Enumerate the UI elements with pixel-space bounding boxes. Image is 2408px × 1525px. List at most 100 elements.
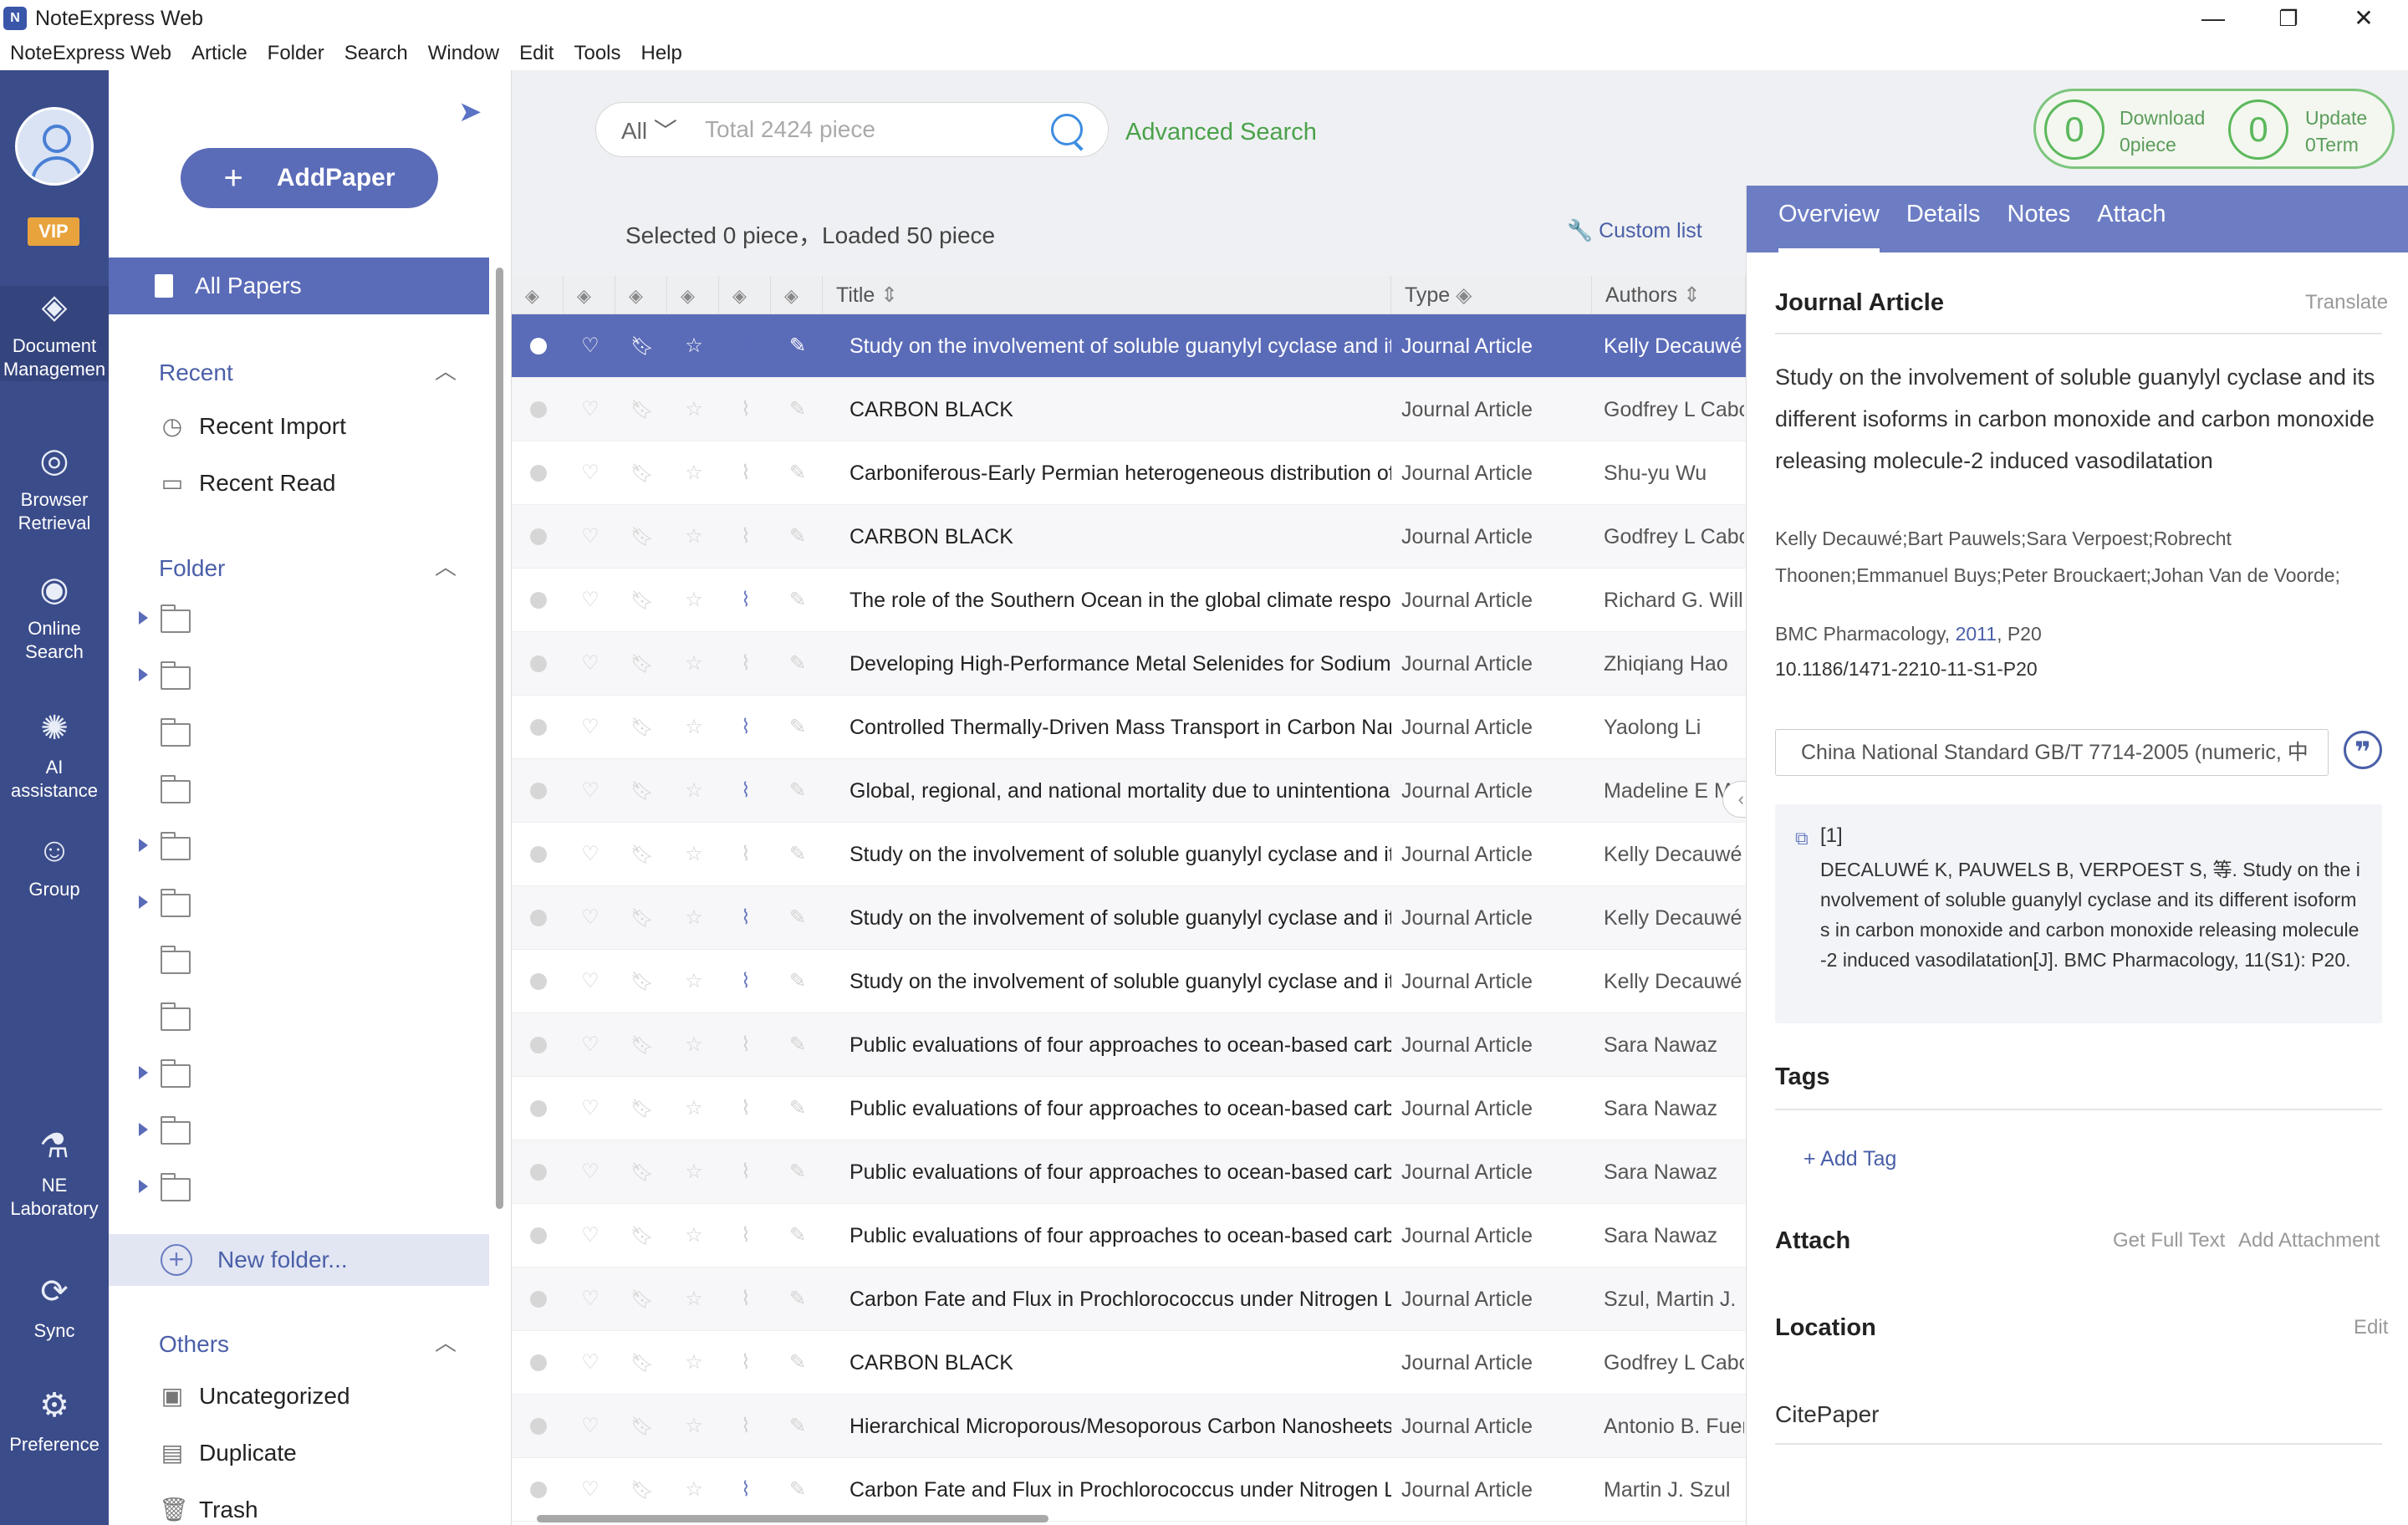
bookmark-icon[interactable]: 🔖︎	[625, 1204, 659, 1267]
favorite-icon[interactable]: ♡	[574, 1395, 607, 1458]
star-icon[interactable]: ☆	[677, 632, 711, 696]
add-paper-button[interactable]: + AddPaper	[181, 148, 438, 208]
favorite-icon[interactable]: ♡	[574, 569, 607, 632]
citepaper-label[interactable]: CitePaper	[1775, 1401, 2385, 1428]
read-status-dot-icon[interactable]	[530, 592, 547, 609]
bookmark-icon[interactable]: 🔖︎	[625, 696, 659, 759]
table-row[interactable]: ♡ 🔖︎ ☆ ⌇ ✎ Study on the involvement of solubl…	[512, 950, 1746, 1013]
menu-window[interactable]: Window	[428, 42, 499, 65]
expand-arrow-icon[interactable]	[139, 895, 148, 909]
favorite-icon[interactable]: ♡	[574, 1204, 607, 1267]
folder-item[interactable]	[125, 763, 477, 820]
paper-year[interactable]: 2011	[1956, 623, 1997, 645]
column-star[interactable]: ◈	[667, 276, 719, 314]
star-icon[interactable]: ☆	[677, 441, 711, 505]
download-info[interactable]: Download 0piece	[2120, 105, 2205, 158]
advanced-search-link[interactable]: Advanced Search	[1125, 119, 1317, 146]
search-input[interactable]: Total 2424 piece	[705, 116, 1051, 143]
expand-arrow-icon[interactable]	[139, 1123, 148, 1136]
folder-item[interactable]	[125, 991, 477, 1048]
table-row[interactable]: ♡ 🔖︎ ☆ ⌇ ✎ Public evaluations of four approac…	[512, 1204, 1746, 1267]
bookmark-icon[interactable]: 🔖︎	[625, 314, 659, 378]
table-row[interactable]: ♡ 🔖︎ ☆ ⌇ ✎ Study on the involvement of solubl…	[512, 886, 1746, 950]
edit-note-icon[interactable]: ✎	[781, 441, 814, 505]
vip-badge[interactable]: VIP	[28, 217, 79, 246]
folder-item[interactable]	[125, 877, 477, 934]
bookmark-icon[interactable]: 🔖︎	[625, 569, 659, 632]
favorite-icon[interactable]: ♡	[574, 1331, 607, 1395]
table-row[interactable]: ♡ 🔖︎ ☆ ⌇ ✎ CARBON BLACK Journal Article Godfrey…	[512, 378, 1746, 441]
bookmark-icon[interactable]: 🔖︎	[625, 759, 659, 823]
folder-item[interactable]	[125, 593, 477, 650]
favorite-icon[interactable]: ♡	[574, 1013, 607, 1077]
nav-ai-assistance[interactable]: ✺ AI assistance	[0, 707, 109, 803]
edit-note-icon[interactable]: ✎	[781, 1204, 814, 1267]
recent-read-item[interactable]: ▭ Recent Read	[159, 470, 336, 497]
table-row[interactable]: ♡ 🔖︎ ☆ ⌇ ✎ CARBON BLACK Journal Article Godfrey…	[512, 1331, 1746, 1395]
paperclip-icon[interactable]: ⌇	[729, 1077, 763, 1140]
expand-arrow-icon[interactable]	[139, 839, 148, 852]
column-type[interactable]: Type ◈	[1391, 276, 1592, 314]
search-scope-select[interactable]: All ﹀	[621, 113, 696, 146]
tab-attach[interactable]: Attach	[2097, 186, 2166, 252]
menu-noteexpress-web[interactable]: NoteExpress Web	[10, 42, 171, 65]
star-icon[interactable]: ☆	[677, 1331, 711, 1395]
table-row[interactable]: ♡ 🔖︎ ☆ ⌇ ✎ Public evaluations of four approac…	[512, 1140, 1746, 1204]
paper-title[interactable]: Study on the involvement of soluble guan…	[1775, 356, 2385, 482]
star-icon[interactable]: ☆	[677, 759, 711, 823]
folder-item[interactable]	[125, 650, 477, 706]
search-box[interactable]: All ﹀ Total 2424 piece	[595, 102, 1109, 157]
edit-note-icon[interactable]: ✎	[781, 886, 814, 950]
menu-help[interactable]: Help	[641, 42, 682, 65]
get-full-text-link[interactable]: Get Full Text	[2113, 1229, 2225, 1252]
add-attachment-link[interactable]: Add Attachment	[2238, 1229, 2380, 1252]
table-row[interactable]: ♡ 🔖︎ ☆ ⌇ ✎ Public evaluations of four approac…	[512, 1077, 1746, 1140]
nav-online-search[interactable]: ◉ Online Search	[0, 569, 109, 664]
scrollbar-thumb[interactable]	[537, 1515, 1048, 1522]
paperclip-icon[interactable]: ⌇	[729, 1204, 763, 1267]
edit-note-icon[interactable]: ✎	[781, 1140, 814, 1204]
others-section-title[interactable]: Others	[159, 1331, 229, 1358]
edit-note-icon[interactable]: ✎	[781, 1331, 814, 1395]
expand-arrow-icon[interactable]	[139, 1180, 148, 1193]
favorite-icon[interactable]: ♡	[574, 1077, 607, 1140]
star-icon[interactable]: ☆	[677, 314, 711, 378]
nav-preference[interactable]: ⚙ Preference	[0, 1385, 109, 1456]
tab-notes[interactable]: Notes	[2008, 186, 2071, 252]
star-icon[interactable]: ☆	[677, 1395, 711, 1458]
bookmark-icon[interactable]: 🔖︎	[625, 886, 659, 950]
folder-item[interactable]	[125, 1161, 477, 1218]
column-title[interactable]: Title ⇕	[823, 276, 1391, 314]
star-icon[interactable]: ☆	[677, 950, 711, 1013]
folder-item[interactable]	[125, 934, 477, 991]
folder-item[interactable]	[125, 706, 477, 763]
favorite-icon[interactable]: ♡	[574, 314, 607, 378]
nav-document-management[interactable]: ◈ Document Managemen	[0, 286, 109, 381]
edit-note-icon[interactable]: ✎	[781, 1077, 814, 1140]
read-status-dot-icon[interactable]	[530, 1291, 547, 1308]
favorite-icon[interactable]: ♡	[574, 886, 607, 950]
folder-item[interactable]	[125, 820, 477, 877]
edit-note-icon[interactable]: ✎	[781, 823, 814, 886]
nav-ne-laboratory[interactable]: ⚗ NE Laboratory	[0, 1125, 109, 1221]
paperclip-icon[interactable]: ⌇	[729, 505, 763, 569]
read-status-dot-icon[interactable]	[530, 1227, 547, 1244]
bookmark-icon[interactable]: 🔖︎	[625, 632, 659, 696]
read-status-dot-icon[interactable]	[530, 338, 547, 354]
nav-browser-retrieval[interactable]: ◎ Browser Retrieval	[0, 440, 109, 535]
edit-note-icon[interactable]: ✎	[781, 378, 814, 441]
quote-icon[interactable]: ❞	[2344, 731, 2382, 769]
tab-details[interactable]: Details	[1906, 186, 1981, 252]
favorite-icon[interactable]: ♡	[574, 696, 607, 759]
read-status-dot-icon[interactable]	[530, 1164, 547, 1181]
paperclip-icon[interactable]: ⌇	[729, 1395, 763, 1458]
star-icon[interactable]: ☆	[677, 1140, 711, 1204]
star-icon[interactable]: ☆	[677, 1013, 711, 1077]
menu-edit[interactable]: Edit	[519, 42, 554, 65]
bookmark-icon[interactable]: 🔖︎	[625, 823, 659, 886]
read-status-dot-icon[interactable]	[530, 910, 547, 926]
recent-import-item[interactable]: ◷ Recent Import	[159, 413, 346, 440]
duplicate-item[interactable]: ▤ Duplicate	[159, 1440, 297, 1466]
read-status-dot-icon[interactable]	[530, 465, 547, 482]
bookmark-icon[interactable]: 🔖︎	[625, 378, 659, 441]
